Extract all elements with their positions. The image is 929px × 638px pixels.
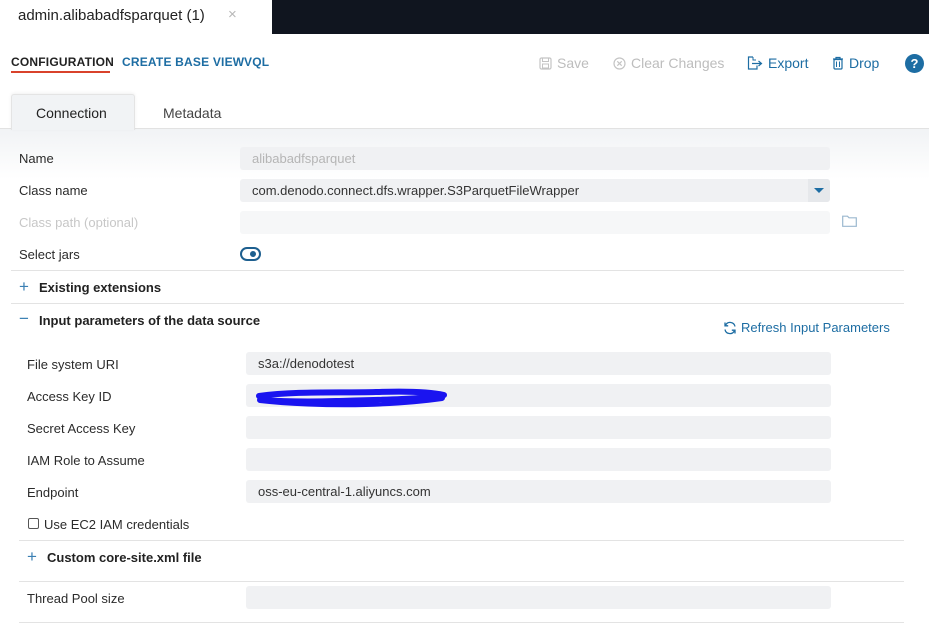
close-icon[interactable]: × <box>228 6 237 23</box>
thread-pool-field[interactable] <box>246 586 831 609</box>
expand-plus-icon[interactable]: + <box>19 277 29 297</box>
name-field: alibabadfsparquet <box>240 147 830 170</box>
endpoint-field[interactable]: oss-eu-central-1.aliyuncs.com <box>246 480 831 503</box>
trash-icon <box>833 56 843 70</box>
save-icon <box>539 56 552 70</box>
save-label: Save <box>557 55 589 71</box>
select-jars-label: Select jars <box>19 247 80 262</box>
clear-changes-button[interactable]: Clear Changes <box>613 55 724 71</box>
class-name-select[interactable]: com.denodo.connect.dfs.wrapper.S3Parquet… <box>240 179 830 202</box>
collapse-minus-icon[interactable]: − <box>19 309 29 329</box>
export-label: Export <box>768 55 809 71</box>
document-tab-title: admin.alibabadfsparquet (1) <box>18 7 205 24</box>
divider <box>19 622 904 623</box>
fs-uri-label: File system URI <box>27 357 119 372</box>
chevron-down-icon[interactable] <box>808 179 830 202</box>
refresh-icon <box>724 321 736 334</box>
secret-key-field[interactable] <box>246 416 831 439</box>
clear-icon <box>613 56 626 70</box>
fs-uri-field[interactable]: s3a://denodotest <box>246 352 831 375</box>
ec2-iam-checkbox[interactable] <box>28 518 39 529</box>
tab-strip-line <box>0 128 929 129</box>
tab-connection-label: Connection <box>36 105 107 121</box>
help-icon[interactable]: ? <box>905 54 924 73</box>
endpoint-label: Endpoint <box>27 485 79 500</box>
divider <box>11 270 904 271</box>
nav-vql[interactable]: VQL <box>244 55 269 69</box>
secret-key-label: Secret Access Key <box>27 421 136 436</box>
access-key-label: Access Key ID <box>27 389 112 404</box>
export-button[interactable]: Export <box>747 55 808 71</box>
drop-button[interactable]: Drop <box>832 55 879 71</box>
drop-label: Drop <box>849 55 880 71</box>
folder-icon[interactable] <box>842 215 857 227</box>
expand-plus-icon[interactable]: + <box>27 547 37 567</box>
input-parameters-header[interactable]: Input parameters of the data source <box>39 313 260 328</box>
toggle-knob <box>250 251 256 257</box>
divider <box>11 303 904 304</box>
redaction-scribble <box>256 388 447 408</box>
class-path-label: Class path (optional) <box>19 215 139 230</box>
iam-role-label: IAM Role to Assume <box>27 453 145 468</box>
document-tab[interactable]: admin.alibabadfsparquet (1) × <box>0 0 272 34</box>
class-name-label: Class name <box>19 183 88 198</box>
divider <box>19 581 904 582</box>
class-path-field <box>240 211 830 234</box>
select-jars-toggle[interactable] <box>240 247 261 261</box>
export-icon <box>747 56 763 70</box>
save-button[interactable]: Save <box>539 55 589 71</box>
tab-metadata[interactable]: Metadata <box>163 105 221 121</box>
thread-pool-label: Thread Pool size <box>27 591 125 606</box>
refresh-label: Refresh Input Parameters <box>741 320 890 335</box>
custom-core-site-header[interactable]: Custom core-site.xml file <box>47 550 202 565</box>
clear-changes-label: Clear Changes <box>631 55 725 71</box>
nav-active-underline <box>11 71 110 73</box>
iam-role-field[interactable] <box>246 448 831 471</box>
existing-extensions-header[interactable]: Existing extensions <box>39 280 161 295</box>
nav-configuration[interactable]: CONFIGURATION <box>11 55 114 69</box>
ec2-iam-label: Use EC2 IAM credentials <box>44 517 190 532</box>
class-name-value: com.denodo.connect.dfs.wrapper.S3Parquet… <box>252 183 580 198</box>
name-label: Name <box>19 151 54 166</box>
nav-create-base-view[interactable]: CREATE BASE VIEW <box>122 55 244 69</box>
divider <box>19 540 904 541</box>
refresh-input-parameters-button[interactable]: Refresh Input Parameters <box>723 320 890 335</box>
